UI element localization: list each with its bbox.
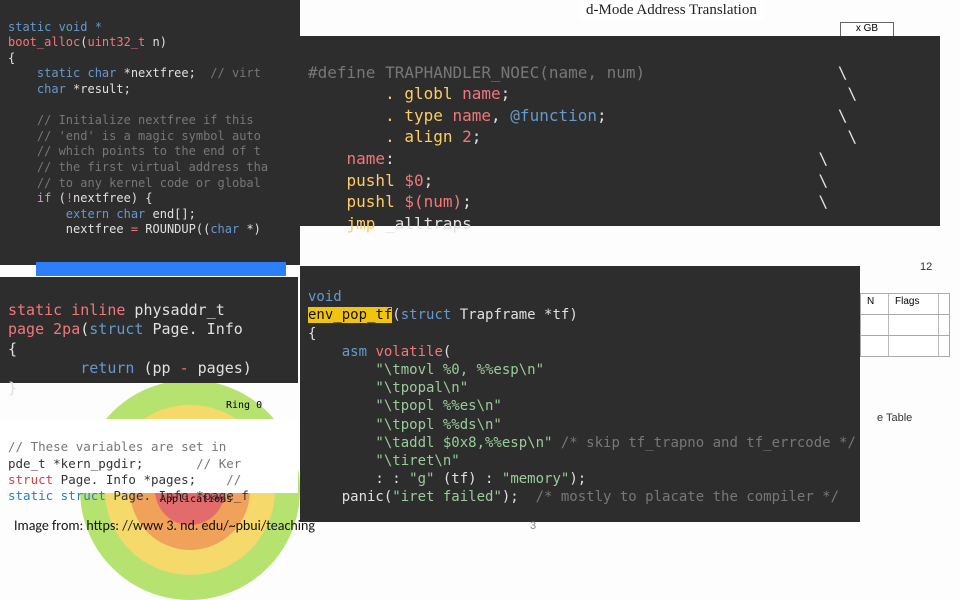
e-table-label: e Table [877, 412, 912, 424]
flags-header-row: N Flags [860, 293, 950, 315]
diagram-title-text: d-Mode Address Translation [580, 0, 763, 21]
ring0-label: Ring 0 [226, 400, 262, 411]
code-traphandler: #define TRAPHANDLER_NOEC(name, num) \ . … [300, 36, 940, 226]
image-credit: Image from: https: //www 3. nd. edu/~pbu… [14, 517, 315, 534]
code-page2pa: static inline physaddr_t page 2pa(struct… [0, 277, 298, 383]
blue-bar [36, 262, 286, 276]
flags-empty-row1 [860, 314, 950, 336]
code-boot-alloc: static void * boot_alloc(uint32_t n) { s… [0, 0, 300, 265]
page-number: 3 [530, 520, 536, 532]
col-flags: Flags [889, 294, 939, 314]
flags-empty-row2 [860, 335, 950, 357]
code-vars: // These variables are set in pde_t *ker… [0, 419, 298, 493]
twelve-label: 12 [920, 261, 932, 273]
code-env-pop-tf: void env_pop_tf(struct Trapframe *tf) { … [300, 266, 860, 522]
col-n: N [861, 294, 889, 314]
